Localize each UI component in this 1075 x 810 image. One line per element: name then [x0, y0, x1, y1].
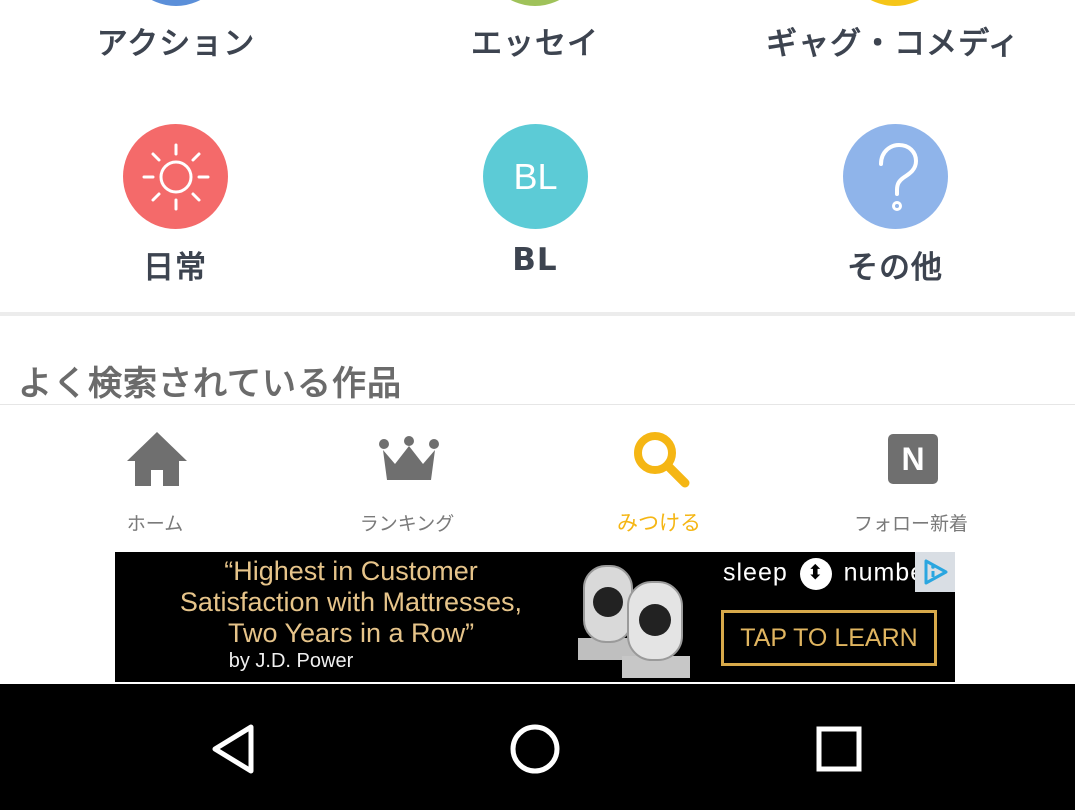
crown-icon [377, 427, 441, 491]
n-badge-letter: N [901, 440, 925, 477]
bl-icon: BL [483, 124, 588, 229]
ad-brand-right: numbe [843, 558, 926, 587]
genre-bl[interactable]: BL BL [355, 118, 715, 293]
genre-label-essay[interactable]: エッセイ [355, 18, 715, 63]
adchoices-icon[interactable] [915, 552, 955, 592]
system-navigation-bar [0, 684, 1075, 810]
genre-label-action[interactable]: アクション [0, 18, 356, 63]
search-icon [629, 427, 693, 491]
ad-quote-line1: “Highest in Customer [224, 556, 478, 586]
genre-label-other: その他 [847, 250, 943, 286]
ad-banner[interactable]: “Highest in Customer Satisfaction with M… [115, 552, 955, 682]
essay-genre-icon[interactable] [483, 0, 587, 6]
genre-other[interactable]: その他 [715, 118, 1075, 293]
genre-daily[interactable]: 日常 [0, 118, 355, 293]
tab-home-label: ホーム [126, 513, 184, 535]
ad-brand: sleep ⬍ numbe [723, 558, 925, 590]
tab-follow-new-label: フォロー新着 [853, 513, 968, 535]
section-title: よく検索されている作品 [18, 364, 402, 404]
genre-label-bl: BL [512, 242, 558, 278]
gag-comedy-genre-icon[interactable] [843, 0, 947, 6]
tab-ranking[interactable]: ランキング [282, 405, 532, 551]
trophy-icon [570, 560, 695, 680]
genre-label-gag-comedy[interactable]: ギャグ・コメディ [713, 18, 1073, 63]
question-icon [843, 124, 948, 229]
bottom-tab-bar: ホーム ランキング みつける N フォロー新着 [0, 404, 1075, 551]
action-genre-icon[interactable] [124, 0, 228, 6]
ad-brand-left: sleep [723, 558, 788, 587]
ad-quote-line3: Two Years in a Row” [227, 618, 475, 648]
genre-label-daily: 日常 [143, 250, 207, 286]
tab-discover-label: みつける [617, 511, 701, 535]
tab-follow-new[interactable]: N フォロー新着 [786, 405, 1036, 551]
ad-quote: “Highest in Customer Satisfaction with M… [121, 556, 581, 649]
ad-attribution: by J.D. Power [228, 650, 354, 672]
recent-apps-button[interactable] [804, 714, 874, 784]
ad-quote-line2: Satisfaction with Mattresses, [179, 587, 523, 617]
home-icon [125, 427, 189, 491]
section-divider [0, 312, 1075, 316]
back-button[interactable] [198, 714, 268, 784]
tab-home[interactable]: ホーム [30, 405, 280, 551]
home-nav-button[interactable] [500, 714, 570, 784]
n-badge-icon: N [881, 427, 945, 491]
bl-icon-text: BL [513, 155, 558, 197]
ad-cta-button[interactable]: TAP TO LEARN [721, 610, 937, 666]
tab-ranking-label: ランキング [359, 513, 455, 535]
sleep-number-logo-icon: ⬍ [799, 558, 832, 590]
sun-icon [123, 124, 228, 229]
tab-discover[interactable]: みつける [534, 405, 784, 551]
